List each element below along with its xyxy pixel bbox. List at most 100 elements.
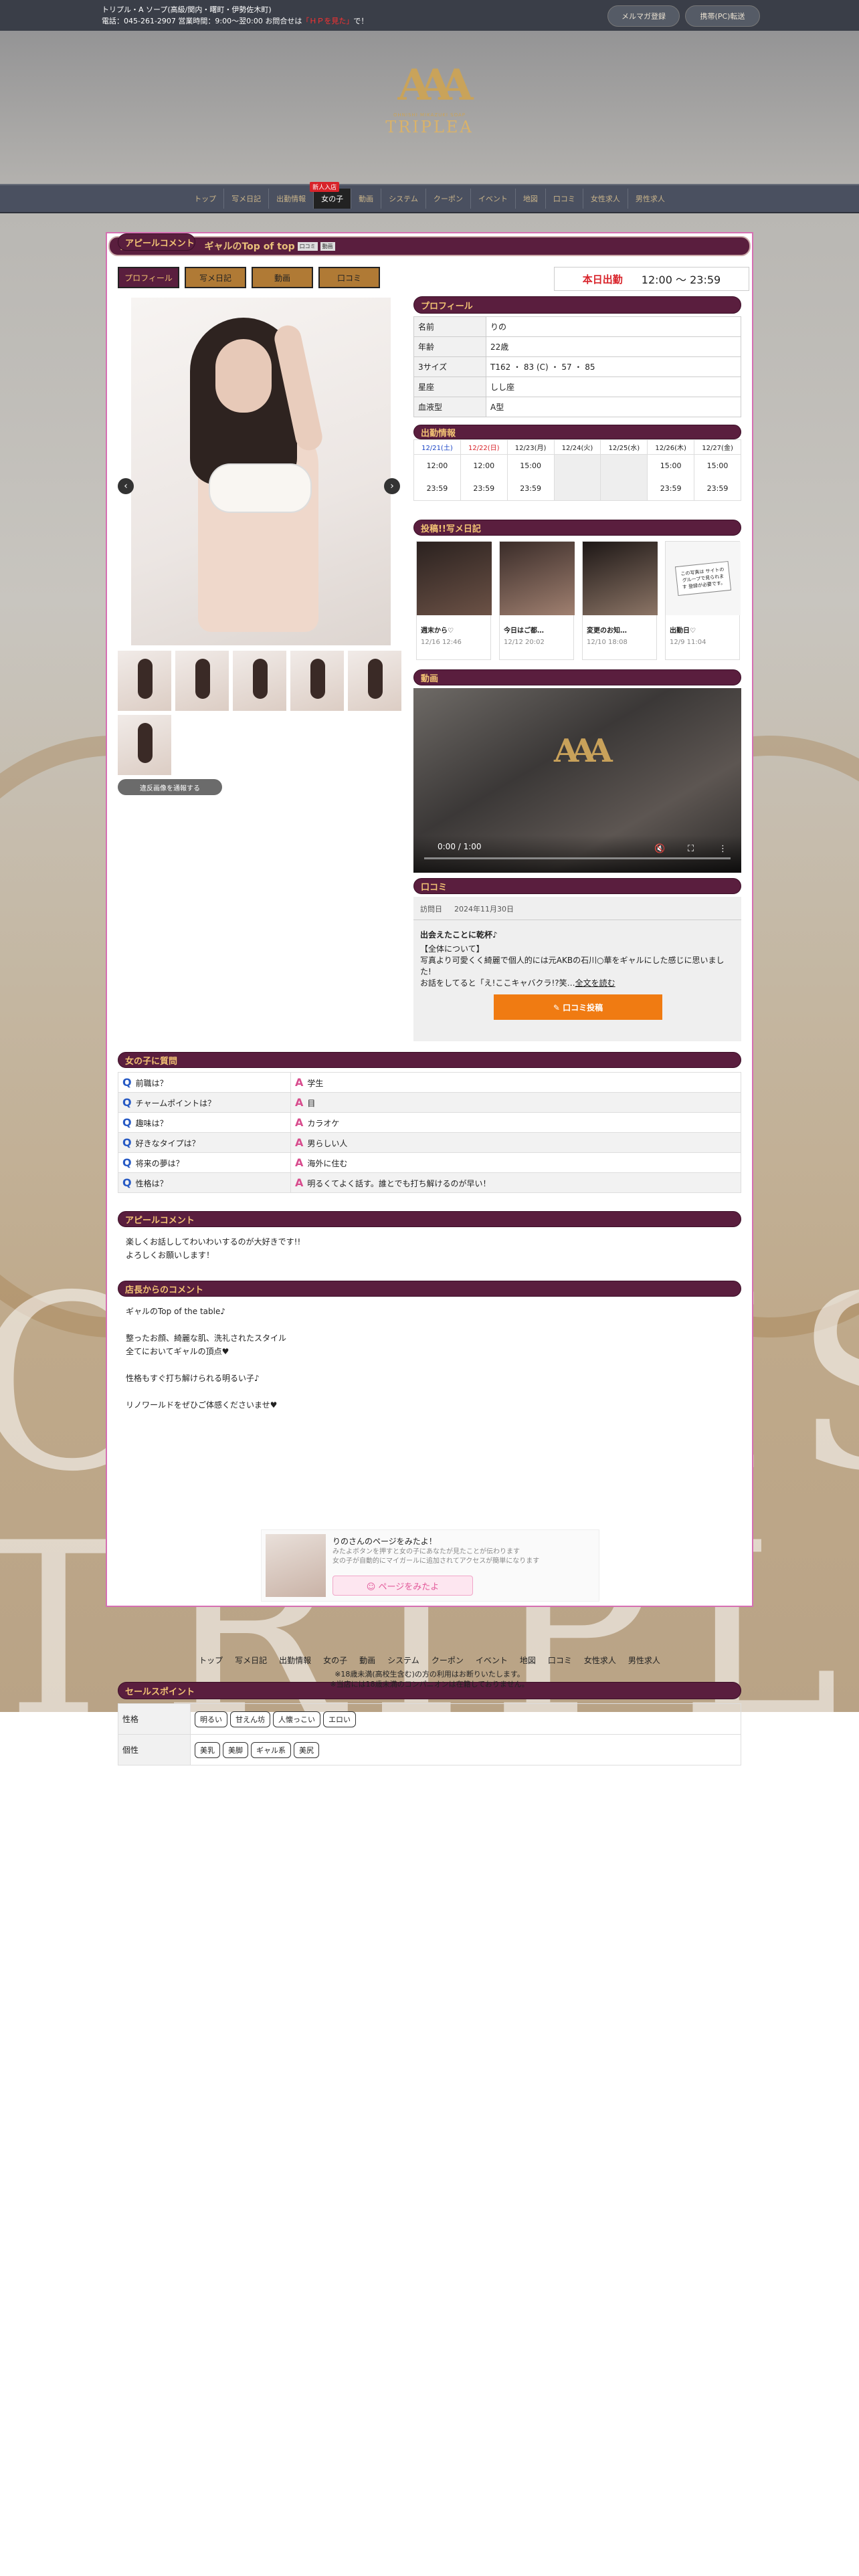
footer-link[interactable]: 女性求人 <box>584 1654 616 1666</box>
prev-photo-arrow-icon[interactable]: ‹ <box>118 478 134 494</box>
qa-answer: A目 <box>290 1092 741 1113</box>
footer-link[interactable]: トップ <box>199 1654 223 1666</box>
read-more-link[interactable]: 全文を読む <box>575 978 615 988</box>
footer-link[interactable]: 男性求人 <box>628 1654 660 1666</box>
profile-value: しし座 <box>486 377 741 397</box>
tab-review[interactable]: 口コミ <box>318 267 380 288</box>
mitayo-card: りのさんのページをみたよ！ みたよボタンを押すと女の子にあなたが見たことが伝わり… <box>261 1529 599 1602</box>
diary-card[interactable]: 週末から♡ 12/16 12:46 <box>416 541 492 660</box>
next-photo-arrow-icon[interactable]: › <box>384 478 400 494</box>
nav-female-recruit[interactable]: 女性求人 <box>582 189 628 209</box>
nav-girls[interactable]: 新人入店 女の子 <box>310 182 351 209</box>
schedule-cell: 15:00 23:59 <box>694 454 741 501</box>
diary-card[interactable]: 変更のお知… 12/10 18:08 <box>582 541 658 660</box>
shop-logo[interactable]: AAA OHNISHI MIKAZUKI SOAP TRIPLEA <box>376 59 483 152</box>
shop-info: トリプル・A ソープ(高級/関内・曙町・伊勢佐木町) 電話：045-261-29… <box>102 4 368 27</box>
report-image-button[interactable]: 違反画像を通報する <box>118 779 222 795</box>
photo-thumbnail[interactable] <box>118 651 171 711</box>
manager-section-header: 店長からのコメント <box>118 1281 741 1297</box>
q-icon: Q <box>122 1156 132 1169</box>
nav-map[interactable]: 地図 <box>514 189 545 209</box>
main-photo[interactable] <box>131 298 391 645</box>
footer-link[interactable]: 出勤情報 <box>279 1654 311 1666</box>
review-body: 【全体について】 写真より可愛くく綺麗で個人的には元AKBの石川○華をギャルにし… <box>420 944 735 989</box>
footer-link[interactable]: システム <box>387 1654 419 1666</box>
hp-mention: 「ＨＰを見た」 <box>302 17 354 25</box>
footer-link[interactable]: 写メ日記 <box>235 1654 267 1666</box>
photo-thumbnail[interactable] <box>348 651 401 711</box>
footer-link[interactable]: 地図 <box>520 1654 536 1666</box>
diary-date: 12/12 20:02 <box>504 639 545 646</box>
tab-video[interactable]: 動画 <box>252 267 313 288</box>
diary-title: 週末から♡ <box>421 627 454 635</box>
profile-value: T162 ・ 83 (C) ・ 57 ・ 85 <box>486 356 741 377</box>
qa-question: Q 趣味は？ <box>118 1112 291 1133</box>
a-icon: A <box>295 1176 304 1189</box>
photo-thumbnail[interactable] <box>290 651 344 711</box>
video-tag: 動画 <box>320 241 335 251</box>
qa-table: Q 前職は？ A 学生 Q チャームポイントは？ A 目 Q 趣味は？ A カラオケ Q 好きなタイ… <box>118 1072 741 1193</box>
qa-answer: A 学生 <box>290 1072 741 1093</box>
diary-list: 週末から♡ 12/16 12:46 今日はご都… 12/12 20:02 変更のお知… <box>416 541 741 660</box>
profile-row: 3サイズ T162 ・ 83 (C) ・ 57 ・ 85 <box>413 356 741 377</box>
a-icon: A <box>295 1076 304 1089</box>
tab-profile[interactable]: プロフィール <box>118 267 179 288</box>
mitayo-button[interactable]: ☺ ページをみたよ <box>332 1576 473 1596</box>
fullscreen-icon[interactable]: ⛶ <box>688 844 694 854</box>
question-text: 前職は？ <box>135 1079 168 1088</box>
post-review-button[interactable]: ✎ 口コミ投稿 <box>494 994 662 1020</box>
profile-value: A型 <box>486 397 741 417</box>
video-player[interactable]: AAA 0:00 / 1:00 🔇 ⛶ ⋮ <box>413 688 741 873</box>
more-options-icon[interactable]: ⋮ <box>719 844 727 854</box>
review-box: 訪問日 2024年11月30日 出会えたことに乾杯♪ 【全体について】 写真より可… <box>413 897 741 1041</box>
photo-thumbnail[interactable] <box>175 651 229 711</box>
tab-diary[interactable]: 写メ日記 <box>185 267 246 288</box>
diary-card[interactable]: 今日はご都… 12/12 20:02 <box>499 541 575 660</box>
nav-system[interactable]: システム <box>381 189 425 209</box>
sales-tag: 美尻 <box>294 1741 319 1758</box>
mail-magazine-button[interactable]: メルマガ登録 <box>607 5 680 27</box>
nav-event[interactable]: イベント <box>470 189 515 209</box>
nav-coupon[interactable]: クーポン <box>425 189 470 209</box>
photo-thumbnail[interactable] <box>233 651 286 711</box>
photo-thumbnail[interactable] <box>118 715 171 775</box>
nav-male-recruit[interactable]: 男性求人 <box>627 189 672 209</box>
mute-icon[interactable]: 🔇 <box>654 844 665 854</box>
diary-date: 12/16 12:46 <box>421 639 462 646</box>
schedule-cell: 12:00 23:59 <box>413 454 461 501</box>
top-bar: トリプル・A ソープ(高級/関内・曙町・伊勢佐木町) 電話：045-261-29… <box>0 0 859 31</box>
review-text: 【全体について】 写真より可愛くく綺麗で個人的には元AKBの石川○華をギャルにし… <box>420 944 725 988</box>
nav-video[interactable]: 動画 <box>351 189 381 209</box>
diary-title: 変更のお知… <box>587 627 627 635</box>
schedule-day: 12/22(日) <box>460 439 508 455</box>
mobile-transfer-button[interactable]: 携帯(PC)転送 <box>685 5 760 27</box>
footer-link[interactable]: 女の子 <box>323 1654 347 1666</box>
footer-notes: ※18歳未満(高校生含む)の方の利用はお断りいたします。 ※当店には18歳未満の… <box>0 1669 859 1689</box>
schedule-day: 12/27(金) <box>694 439 741 455</box>
nav-top[interactable]: トップ <box>187 189 223 209</box>
footer-link[interactable]: 口コミ <box>548 1654 572 1666</box>
nav-schedule[interactable]: 出勤情報 <box>268 189 313 209</box>
video-progress-bar[interactable] <box>424 857 731 859</box>
profile-value: 22歳 <box>486 336 741 357</box>
sales-tag: ギャル系 <box>251 1741 291 1758</box>
q-icon: Q <box>122 1116 132 1129</box>
sales-tag: 甘えん坊 <box>230 1711 270 1727</box>
q-icon: Q <box>122 1076 132 1089</box>
appeal-section-header: アピールコメント <box>118 233 195 251</box>
footer-link[interactable]: クーポン <box>432 1654 464 1666</box>
video-time: 0:00 / 1:00 <box>438 842 482 851</box>
footer-link[interactable]: イベント <box>476 1654 508 1666</box>
nav-review[interactable]: 口コミ <box>545 189 583 209</box>
nav-diary[interactable]: 写メ日記 <box>223 189 268 209</box>
question-text: 好きなタイプは？ <box>135 1139 200 1148</box>
q-icon: Q <box>122 1096 132 1109</box>
a-icon: A <box>295 1136 304 1149</box>
answer-text: 明るくてよく話す。誰とでも打ち解けるのが早い！ <box>307 1179 491 1188</box>
schedule-day: 12/21(土) <box>413 439 461 455</box>
diary-card[interactable]: この写真は サイトのグループで見られます 登録が必要です。 出勤日♡ 12/9 11… <box>665 541 741 660</box>
mitayo-description: みたよボタンを押すと女の子にあなたが見たことが伝わります 女の子が自動的にマイガー… <box>332 1547 539 1566</box>
a-icon: A <box>295 1156 304 1169</box>
footer-link[interactable]: 動画 <box>359 1654 375 1666</box>
shift-start: 15:00 <box>706 461 729 470</box>
